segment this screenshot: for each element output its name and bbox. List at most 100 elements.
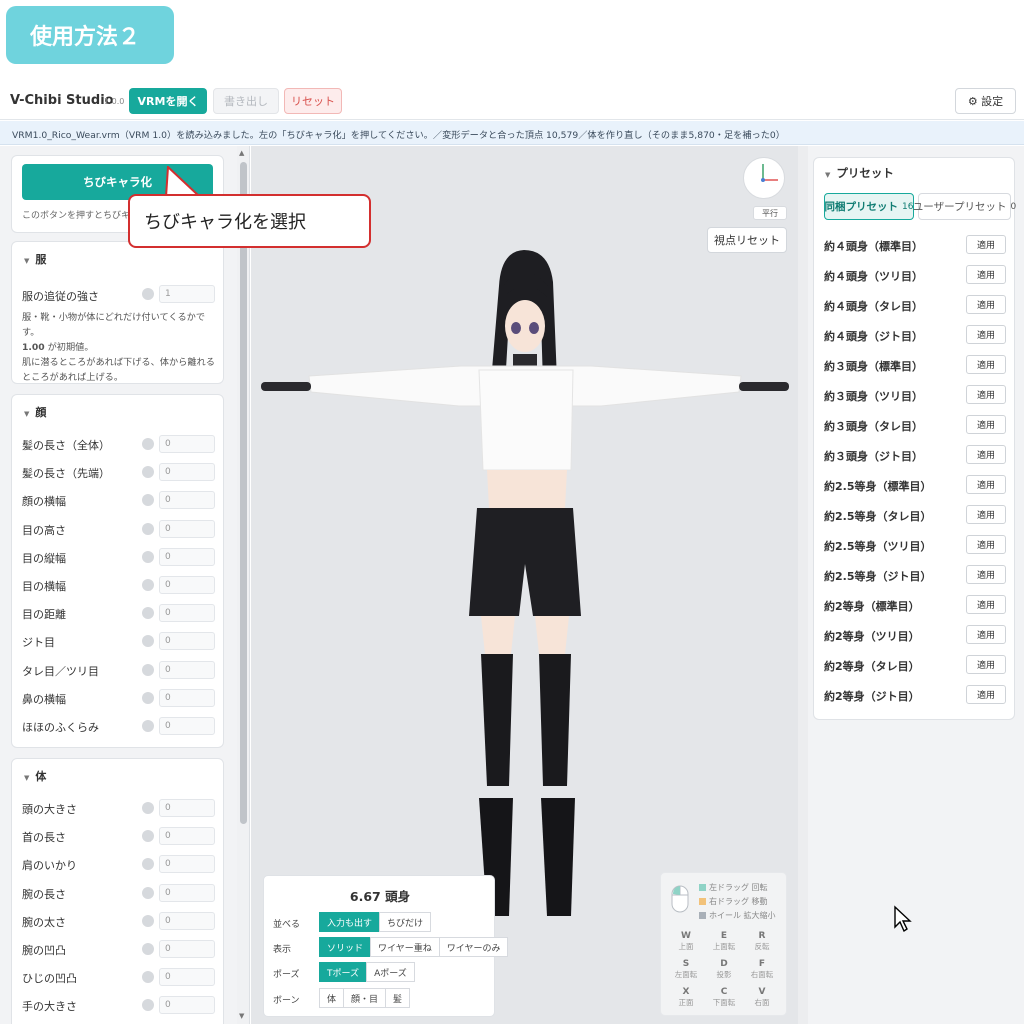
slider-value-input[interactable]: 0 bbox=[159, 940, 215, 958]
apply-preset-button[interactable]: 適用 bbox=[966, 295, 1006, 314]
apply-preset-button[interactable]: 適用 bbox=[966, 535, 1006, 554]
slider-toggle[interactable] bbox=[142, 802, 154, 814]
slider-value-input[interactable]: 0 bbox=[159, 996, 215, 1015]
slider-value-input[interactable]: 0 bbox=[159, 435, 215, 453]
projection-toggle[interactable]: 平行 bbox=[753, 206, 787, 220]
slider-toggle[interactable] bbox=[142, 607, 154, 620]
viewport-scrollbar[interactable] bbox=[798, 146, 808, 1024]
shortcut-key-desc: 投影 bbox=[716, 970, 732, 979]
pose-option-a[interactable]: Aポーズ bbox=[366, 962, 415, 982]
apply-preset-button[interactable]: 適用 bbox=[966, 235, 1006, 254]
scroll-thumb[interactable] bbox=[240, 162, 247, 824]
view-controls-card: 6.67 頭身 並べる 入力も出す ちびだけ 表示 ソリッド ワイヤー重ね ワイ… bbox=[263, 875, 509, 1017]
slider-toggle[interactable] bbox=[142, 971, 154, 984]
slider-toggle[interactable] bbox=[142, 663, 154, 676]
apply-preset-button[interactable]: 適用 bbox=[966, 265, 1006, 284]
apply-preset-button[interactable]: 適用 bbox=[966, 595, 1006, 614]
apply-preset-button[interactable]: 適用 bbox=[966, 415, 1006, 434]
slider-toggle[interactable] bbox=[142, 830, 154, 843]
slider-toggle[interactable] bbox=[142, 494, 154, 507]
bone-option-body[interactable]: 体 bbox=[319, 988, 345, 1008]
apply-preset-button[interactable]: 適用 bbox=[966, 655, 1006, 674]
shortcut-key-desc: 右面転 bbox=[750, 970, 774, 979]
head-ratio-readout: 6.67 頭身 bbox=[349, 889, 411, 904]
slider-value-input[interactable]: 0 bbox=[159, 855, 215, 874]
pose-option-t[interactable]: Tポーズ bbox=[319, 962, 368, 982]
scroll-down-icon[interactable]: ▼ bbox=[239, 1012, 244, 1020]
apply-preset-button[interactable]: 適用 bbox=[966, 325, 1006, 344]
slider-value-input[interactable]: 0 bbox=[159, 688, 215, 707]
apply-preset-button[interactable]: 適用 bbox=[966, 475, 1006, 494]
apply-preset-button[interactable]: 適用 bbox=[966, 355, 1006, 374]
slider-toggle[interactable] bbox=[142, 579, 154, 591]
clothes-follow-toggle[interactable] bbox=[142, 288, 154, 300]
clothes-section-header[interactable]: ▼ 服 bbox=[24, 251, 46, 267]
left-scrollbar[interactable]: ▲ ▼ bbox=[237, 146, 249, 1024]
apply-preset-button[interactable]: 適用 bbox=[966, 565, 1006, 584]
slider-value-input[interactable]: 0 bbox=[159, 717, 215, 735]
slider-value-input[interactable]: 0 bbox=[159, 968, 215, 987]
display-option-solid[interactable]: ソリッド bbox=[319, 937, 372, 957]
slider-value-input[interactable]: 0 bbox=[159, 660, 215, 679]
slider-value-input[interactable]: 0 bbox=[159, 547, 215, 566]
legend-swatch bbox=[699, 912, 706, 919]
slider-value-input[interactable]: 0 bbox=[159, 799, 215, 817]
slider-toggle[interactable] bbox=[142, 943, 154, 955]
slider-label: 腕の凹凸 bbox=[22, 944, 66, 957]
preset-section-header[interactable]: ▼ プリセット bbox=[825, 165, 894, 181]
tab-user-presets[interactable]: ユーザープリセット 0 bbox=[913, 193, 1016, 220]
arrange-option-chibi-only[interactable]: ちびだけ bbox=[379, 912, 432, 932]
apply-preset-button[interactable]: 適用 bbox=[966, 625, 1006, 644]
preset-name: 約2等身（ツリ目） bbox=[824, 630, 920, 643]
face-section-header[interactable]: ▼ 顔 bbox=[24, 404, 46, 420]
status-message: VRM1.0_Rico_Wear.vrm（VRM 1.0）を読み込みました。左の… bbox=[0, 121, 1024, 145]
slider-toggle[interactable] bbox=[142, 691, 154, 704]
display-option-wire-only[interactable]: ワイヤーのみ bbox=[438, 937, 509, 957]
clothes-follow-input[interactable]: 1 bbox=[159, 285, 215, 303]
slider-toggle[interactable] bbox=[142, 438, 154, 450]
bone-option-hair[interactable]: 髪 bbox=[385, 988, 411, 1008]
slider-toggle[interactable] bbox=[142, 550, 154, 563]
body-section-header[interactable]: ▼ 体 bbox=[24, 768, 46, 784]
slider-value-input[interactable]: 0 bbox=[159, 604, 215, 623]
slider-toggle[interactable] bbox=[142, 999, 154, 1012]
preset-name: 約2.5等身（ツリ目） bbox=[824, 540, 932, 553]
bone-option-face[interactable]: 顔・目 bbox=[343, 988, 387, 1008]
view-reset-button[interactable]: 視点リセット bbox=[707, 227, 787, 253]
slider-label: 髪の長さ（先端） bbox=[22, 467, 110, 481]
clothes-follow-label: 服の追従の強さ bbox=[22, 290, 99, 303]
shortcut-key: X 正面 bbox=[669, 987, 703, 1008]
slider-toggle[interactable] bbox=[142, 522, 154, 535]
slider-value-input[interactable]: 0 bbox=[159, 519, 215, 538]
slider-toggle[interactable] bbox=[142, 858, 154, 871]
shortcut-key-letter: S bbox=[682, 959, 690, 969]
slider-value-input[interactable]: 0 bbox=[159, 491, 215, 510]
slider-toggle[interactable] bbox=[142, 466, 154, 479]
slider-value-input[interactable]: 0 bbox=[159, 576, 215, 594]
slider-toggle[interactable] bbox=[142, 886, 154, 899]
apply-preset-button[interactable]: 適用 bbox=[966, 385, 1006, 404]
reset-button[interactable]: リセット bbox=[284, 88, 342, 114]
arrange-option-both[interactable]: 入力も出す bbox=[319, 912, 381, 932]
slider-toggle[interactable] bbox=[142, 635, 154, 648]
slider-value-input[interactable]: 0 bbox=[159, 463, 215, 482]
slider-value-input[interactable]: 0 bbox=[159, 911, 215, 930]
slider-toggle[interactable] bbox=[142, 914, 154, 927]
apply-preset-button[interactable]: 適用 bbox=[966, 685, 1006, 704]
tab-bundled-presets[interactable]: 同梱プリセット 16 bbox=[824, 193, 914, 220]
display-option-wire-overlay[interactable]: ワイヤー重ね bbox=[370, 937, 440, 957]
apply-preset-button[interactable]: 適用 bbox=[966, 445, 1006, 464]
scroll-up-icon[interactable]: ▲ bbox=[239, 149, 244, 157]
open-vrm-button[interactable]: VRMを開く bbox=[129, 88, 207, 114]
axis-gizmo[interactable] bbox=[743, 157, 785, 199]
slider-value-input[interactable]: 0 bbox=[159, 632, 215, 651]
shortcut-key-letter: V bbox=[758, 987, 766, 997]
slider-value-input[interactable]: 0 bbox=[159, 827, 215, 846]
clothes-card: ▼ 服 服の追従の強さ 1 服・靴・小物が体にどれだけ付いてくるかです。 1.00… bbox=[11, 241, 224, 384]
settings-button[interactable]: ⚙ 設定 bbox=[955, 88, 1016, 114]
export-button[interactable]: 書き出し bbox=[213, 88, 279, 114]
apply-preset-button[interactable]: 適用 bbox=[966, 505, 1006, 524]
slider-toggle[interactable] bbox=[142, 720, 154, 732]
slider-value-input[interactable]: 0 bbox=[159, 883, 215, 902]
preset-name: 約2等身（タレ目） bbox=[824, 660, 920, 673]
